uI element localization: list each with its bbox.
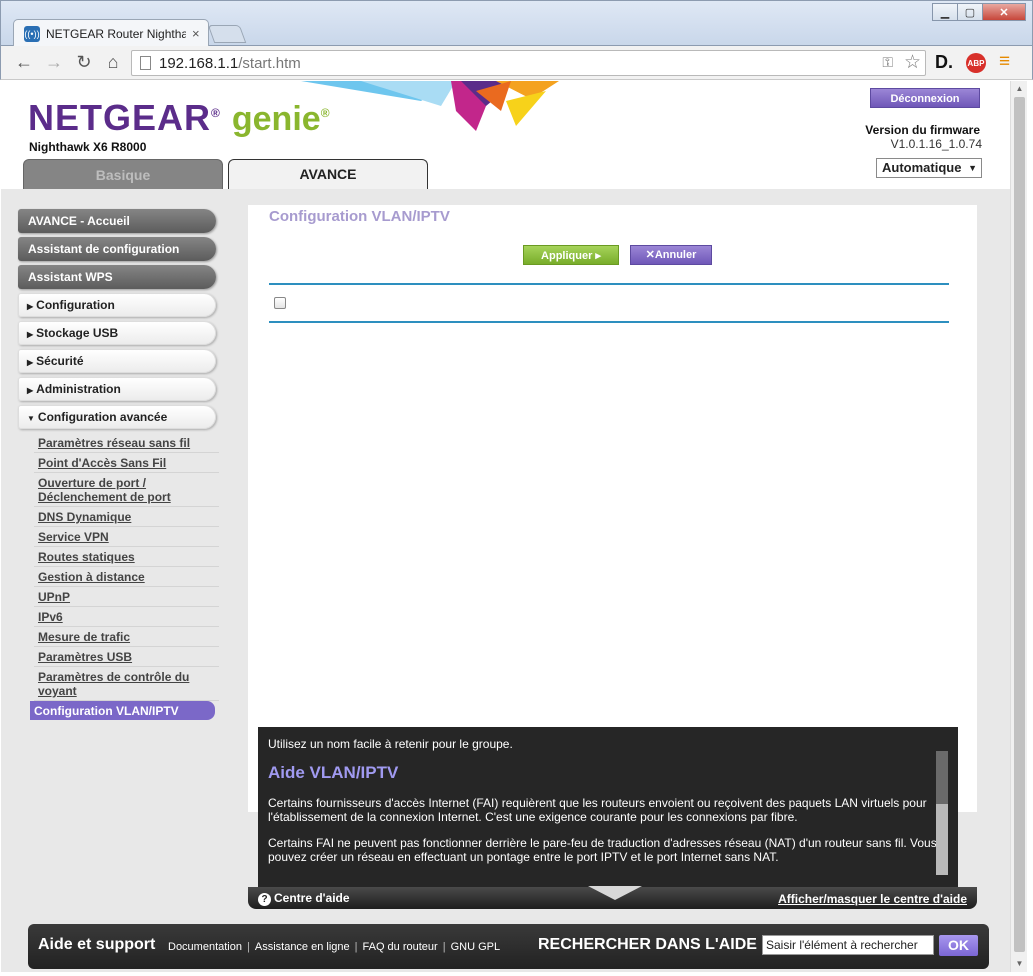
url-path: /start.htm [238, 54, 301, 72]
help-paragraph: Certains fournisseurs d'accès Internet (… [268, 796, 927, 824]
advanced-setup-submenu: Paramètres réseau sans fil Point d'Accès… [30, 433, 219, 720]
close-window-button[interactable]: ✕ [982, 3, 1026, 21]
back-icon[interactable]: ← [13, 52, 35, 73]
question-icon: ? [258, 893, 271, 906]
browser-menu-icon[interactable]: ≡ [999, 51, 1010, 73]
vlan-enable-checkbox[interactable] [274, 297, 286, 309]
firmware-label: Version du firmware [865, 123, 980, 137]
router-model: Nighthawk X6 R8000 [29, 140, 147, 154]
sidebar-advanced-home[interactable]: AVANCE - Accueil [18, 209, 216, 233]
support-title: Aide et support [38, 936, 156, 953]
help-center-bar: ? Centre d'aide Afficher/masquer le centr… [248, 886, 977, 909]
key-icon[interactable]: ⚿ [882, 54, 893, 71]
scroll-up-icon[interactable]: ▲ [1011, 81, 1028, 97]
apply-button[interactable]: Appliquer ▸ [523, 245, 619, 265]
support-footer: Aide et support Documentation | Assistance… [28, 924, 989, 969]
help-search-input[interactable] [762, 935, 934, 955]
help-scrollbar[interactable] [936, 751, 948, 875]
search-ok-button[interactable]: OK [939, 935, 978, 956]
link-gnu-gpl[interactable]: GNU GPL [451, 941, 501, 953]
page-scrollbar[interactable]: ▲ ▼ [1010, 81, 1027, 972]
sidebar-item-led-control[interactable]: Paramètres de contrôle du voyant [34, 667, 219, 701]
router-favicon-icon: ((•)) [24, 25, 40, 42]
forward-icon[interactable]: → [43, 52, 65, 73]
link-documentation[interactable]: Documentation [168, 941, 242, 953]
scroll-down-icon[interactable]: ▼ [1011, 956, 1028, 972]
sidebar-section-usb-storage[interactable]: ▶ Stockage USB [18, 321, 216, 345]
tab-advanced[interactable]: AVANCE [228, 159, 428, 189]
scrollbar-thumb[interactable] [1014, 97, 1025, 952]
sidebar-item-remote-management[interactable]: Gestion à distance [34, 567, 219, 587]
expand-arrow-icon: ▶ [27, 386, 34, 395]
page-title: Configuration VLAN/IPTV [269, 208, 450, 225]
sidebar-wps-wizard[interactable]: Assistant WPS [18, 265, 216, 289]
link-router-faq[interactable]: FAQ du routeur [363, 941, 438, 953]
sidebar: AVANCE - Accueil Assistant de configurat… [18, 209, 233, 720]
sidebar-item-wireless-settings[interactable]: Paramètres réseau sans fil [34, 433, 219, 453]
help-panel: Utilisez un nom facile à retenir pour le… [258, 727, 958, 887]
link-online-support[interactable]: Assistance en ligne [255, 941, 350, 953]
new-tab-button[interactable] [207, 25, 247, 43]
browser-toolbar: ← → ↻ ⌂ 192.168.1.1/start.htm ⚿ ☆ D. ABP… [0, 46, 1033, 80]
help-scrollbar-thumb[interactable] [936, 751, 948, 804]
page-icon [140, 56, 151, 70]
sidebar-item-traffic-meter[interactable]: Mesure de trafic [34, 627, 219, 647]
sidebar-item-vlan-iptv[interactable]: Configuration VLAN/IPTV [30, 701, 215, 720]
divider [269, 321, 949, 323]
sidebar-item-vpn-service[interactable]: Service VPN [34, 527, 219, 547]
router-page: NETGEAR® genie® Nighthawk X6 R8000 Basiq… [1, 81, 1010, 972]
sidebar-item-dynamic-dns[interactable]: DNS Dynamique [34, 507, 219, 527]
logout-button[interactable]: Déconnexion [870, 88, 980, 108]
toggle-help-link[interactable]: Afficher/masquer le centre d'aide [778, 892, 967, 906]
minimize-button[interactable]: ▁ [932, 3, 958, 21]
expand-arrow-icon: ▶ [27, 330, 34, 339]
address-bar[interactable]: 192.168.1.1/start.htm ⚿ ☆ [131, 50, 926, 76]
browser-tab[interactable]: ((•)) NETGEAR Router Nightha × [13, 19, 209, 47]
divider [269, 283, 949, 285]
cancel-button[interactable]: ✕Annuler [630, 245, 712, 265]
tab-basic[interactable]: Basique [23, 159, 223, 189]
tab-close-icon[interactable]: × [192, 26, 200, 41]
help-center-label[interactable]: ? Centre d'aide [258, 891, 350, 906]
maximize-button[interactable]: ▢ [957, 3, 983, 21]
help-paragraph: Certains FAI ne peuvent pas fonctionner … [268, 836, 937, 864]
search-help-label: RECHERCHER DANS L'AIDE [538, 936, 757, 953]
dropdown-arrow-icon: ▼ [968, 163, 977, 173]
bookmark-star-icon[interactable]: ☆ [904, 51, 921, 74]
help-intro: Utilisez un nom facile à retenir pour le… [268, 737, 513, 751]
adblock-plus-icon[interactable]: ABP [966, 53, 986, 73]
sidebar-section-security[interactable]: ▶ Sécurité [18, 349, 216, 373]
header: NETGEAR® genie® Nighthawk X6 R8000 Basiq… [1, 81, 1010, 189]
sidebar-item-port-forwarding[interactable]: Ouverture de port / Déclenchement de por… [34, 473, 219, 507]
close-x-icon: ✕ [645, 249, 655, 261]
expand-arrow-icon: ▶ [27, 358, 34, 367]
firmware-version: V1.0.1.16_1.0.74 [890, 137, 982, 151]
toggle-help-arrow-icon[interactable] [588, 886, 642, 900]
sidebar-section-advanced-setup[interactable]: ▼ Configuration avancée [18, 405, 216, 429]
tab-title: NETGEAR Router Nightha [46, 26, 186, 41]
netgear-genie-logo: NETGEAR® genie® [28, 97, 331, 138]
sidebar-section-administration[interactable]: ▶ Administration [18, 377, 216, 401]
reload-icon[interactable]: ↻ [73, 52, 95, 73]
sidebar-section-setup[interactable]: ▶ Configuration [18, 293, 216, 317]
extension-d-icon[interactable]: D. [935, 52, 953, 73]
sidebar-setup-wizard[interactable]: Assistant de configuration [18, 237, 216, 261]
main-content: Configuration VLAN/IPTV Appliquer ▸ ✕Ann… [248, 205, 977, 812]
help-title: Aide VLAN/IPTV [268, 763, 399, 782]
language-select[interactable]: Automatique ▼ [876, 158, 982, 178]
support-links: Documentation | Assistance en ligne | FAQ du… [168, 941, 501, 953]
collapse-arrow-icon: ▼ [27, 414, 35, 423]
url-host: 192.168.1.1 [159, 54, 239, 72]
sidebar-item-ipv6[interactable]: IPv6 [34, 607, 219, 627]
window-controls: ▁ ▢ ✕ [932, 3, 1026, 21]
sidebar-item-static-routes[interactable]: Routes statiques [34, 547, 219, 567]
header-decoration-graphic [301, 81, 559, 131]
sidebar-item-wireless-ap[interactable]: Point d'Accès Sans Fil [34, 453, 219, 473]
sidebar-item-upnp[interactable]: UPnP [34, 587, 219, 607]
browser-titlebar: ((•)) NETGEAR Router Nightha × ▁ ▢ ✕ [0, 0, 1033, 47]
home-icon[interactable]: ⌂ [102, 52, 124, 73]
expand-arrow-icon: ▶ [27, 302, 34, 311]
sidebar-item-usb-settings[interactable]: Paramètres USB [34, 647, 219, 667]
